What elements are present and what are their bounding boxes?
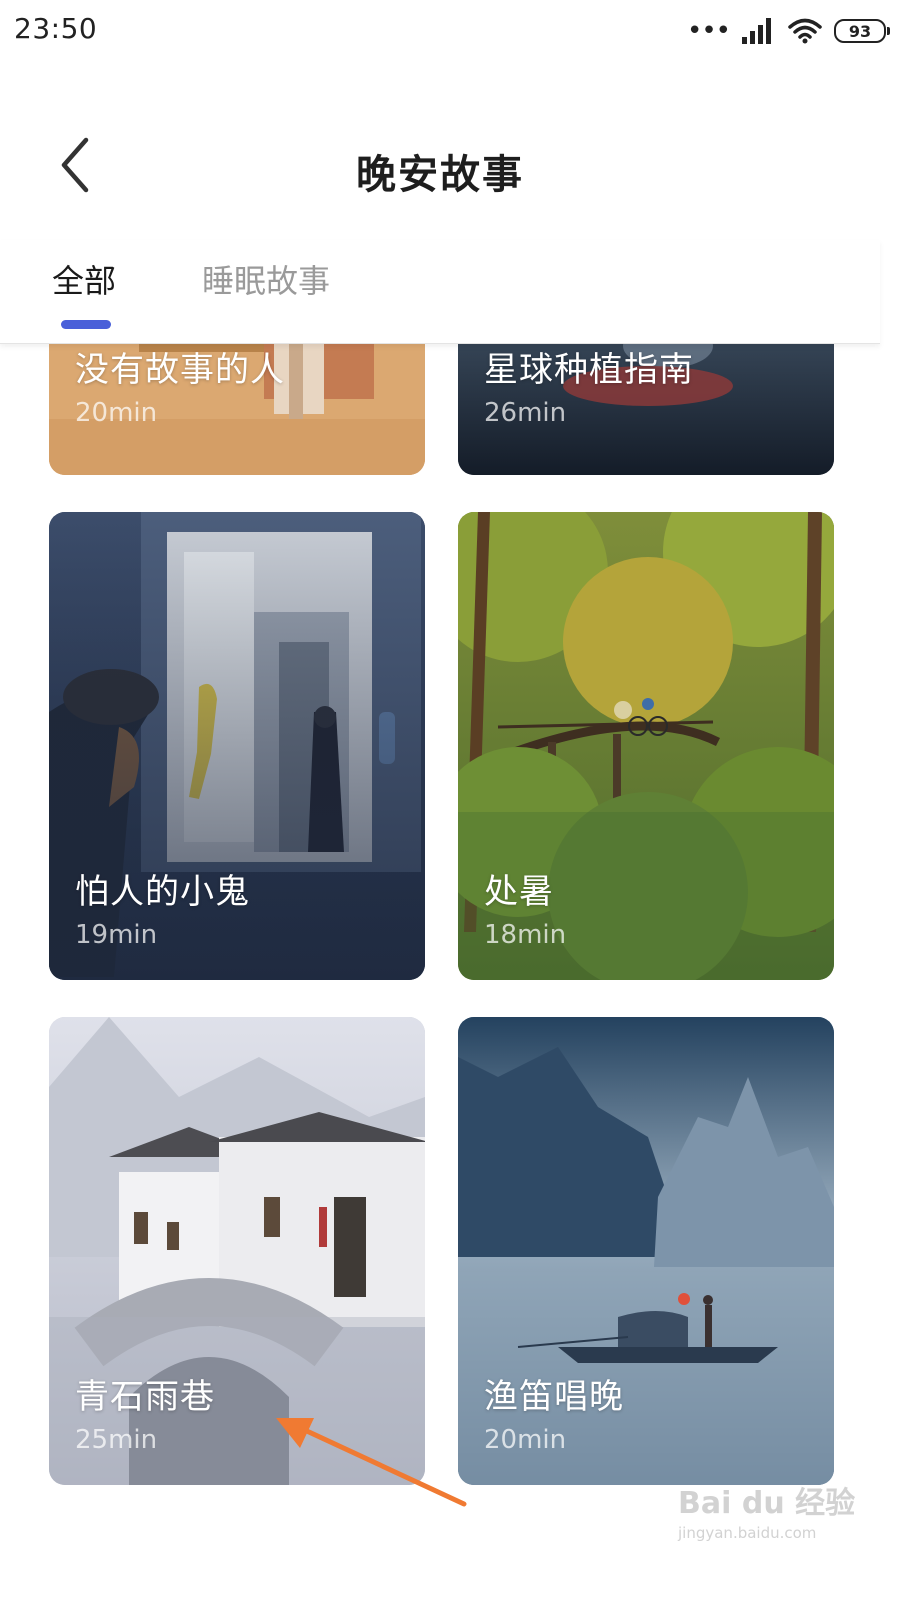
header: 晚安故事 <box>0 110 900 220</box>
tab-sleep-stories[interactable]: 睡眠故事 <box>202 256 330 302</box>
story-title: 没有故事的人 <box>75 350 285 390</box>
tab-all[interactable]: 全部 <box>52 256 116 302</box>
story-duration: 19min <box>75 920 158 950</box>
status-bar: 23:50 ••• 93 <box>0 0 900 64</box>
signal-icon <box>742 18 771 44</box>
story-duration: 20min <box>484 1425 567 1455</box>
story-card[interactable]: 渔笛唱晚 20min <box>458 1017 834 1485</box>
annotation-arrow-icon <box>276 1418 467 1507</box>
battery-icon: 93 <box>834 19 890 43</box>
story-duration: 18min <box>484 920 567 950</box>
story-card[interactable]: 处暑 18min <box>458 512 834 980</box>
battery-level: 93 <box>848 21 872 41</box>
wifi-icon <box>788 18 822 44</box>
story-title: 渔笛唱晚 <box>484 1377 624 1417</box>
story-card[interactable]: 星球种植指南 26min <box>458 344 834 475</box>
status-icons: ••• 93 <box>686 14 890 48</box>
page-title: 晚安故事 <box>356 152 524 198</box>
more-dots-icon: ••• <box>686 16 731 46</box>
tab-bar: 全部 睡眠故事 <box>0 240 880 344</box>
story-title: 星球种植指南 <box>484 350 694 390</box>
watermark-logo: Bai du 经验 <box>678 1486 856 1521</box>
story-duration: 20min <box>75 398 158 428</box>
status-time: 23:50 <box>14 12 98 45</box>
tab-active-indicator <box>61 320 111 329</box>
story-title: 处暑 <box>484 872 554 912</box>
story-card[interactable]: 没有故事的人 20min <box>49 344 425 475</box>
story-title: 怕人的小鬼 <box>75 872 250 912</box>
story-duration: 25min <box>75 1425 158 1455</box>
story-duration: 26min <box>484 398 567 428</box>
story-title: 青石雨巷 <box>75 1377 215 1417</box>
story-card[interactable]: 怕人的小鬼 19min <box>49 512 425 980</box>
watermark-url: jingyan.baidu.com <box>678 1524 817 1542</box>
